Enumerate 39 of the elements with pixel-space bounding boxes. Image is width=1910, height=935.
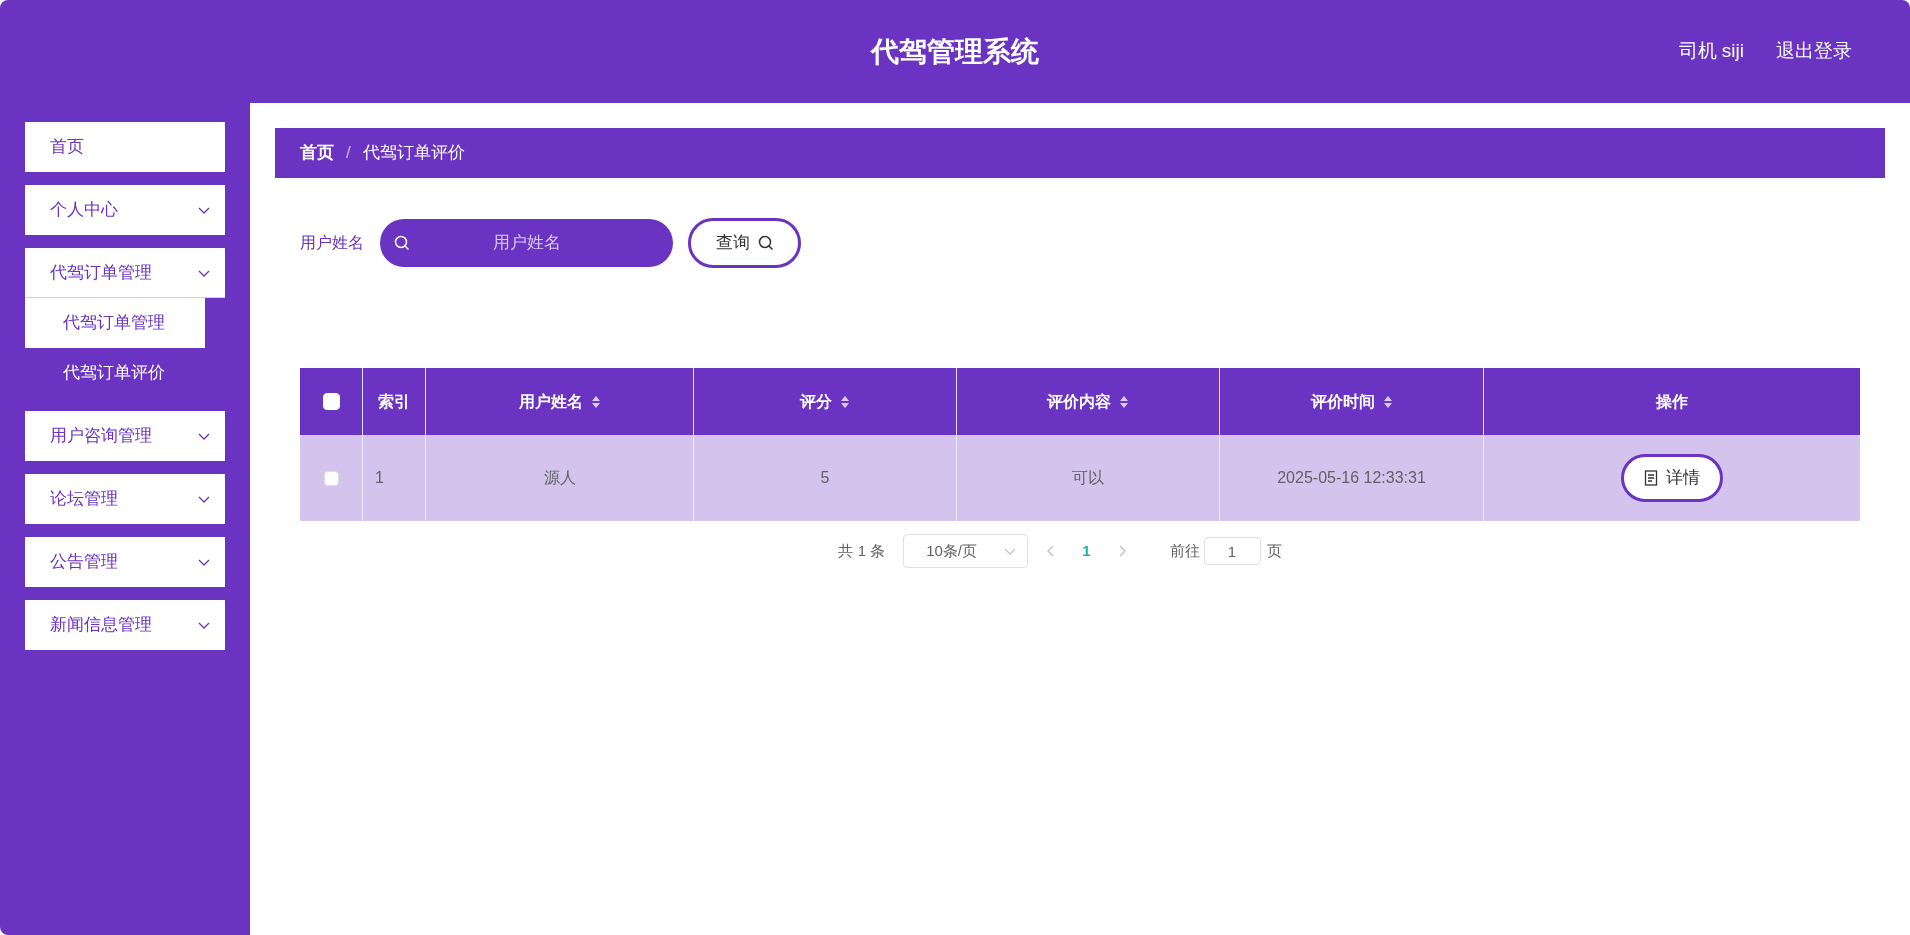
- submenu-item[interactable]: 代驾订单管理: [25, 298, 205, 348]
- search-icon: [394, 235, 410, 251]
- document-icon: [1644, 470, 1658, 486]
- details-button[interactable]: 详情: [1621, 454, 1723, 502]
- logout-link[interactable]: 退出登录: [1776, 37, 1852, 66]
- sort-icon[interactable]: [1119, 394, 1129, 409]
- page-size-select[interactable]: 10条/页: [903, 534, 1029, 568]
- total-count: 共 1 条: [838, 540, 886, 561]
- sort-icon[interactable]: [590, 394, 601, 409]
- sidebar-item[interactable]: 论坛管理: [25, 474, 225, 524]
- breadcrumb-item: 代驾订单评价: [362, 142, 465, 165]
- search-icon: [757, 235, 774, 251]
- goto-label: 前往: [1169, 540, 1200, 561]
- submenu-item[interactable]: 代驾订单评价: [25, 348, 205, 398]
- sidebar-item[interactable]: 首页: [25, 122, 225, 172]
- table-cell-text: 源人: [543, 468, 576, 488]
- table-cell-text: 1: [375, 468, 384, 488]
- app-title: 代驾管理系统: [871, 34, 1039, 69]
- search-field[interactable]: 用户姓名: [380, 219, 673, 267]
- column-header[interactable]: 操作: [1484, 368, 1860, 435]
- sidebar-item[interactable]: 公告管理: [25, 537, 225, 587]
- sidebar-item[interactable]: 代驾订单管理: [25, 248, 225, 298]
- select-all-checkbox[interactable]: [322, 393, 340, 410]
- sidebar-item[interactable]: 用户咨询管理: [25, 411, 225, 461]
- page-input[interactable]: 1: [1203, 537, 1261, 565]
- sort-icon[interactable]: [1382, 394, 1393, 409]
- sidebar-item[interactable]: 个人中心: [25, 185, 225, 235]
- table-cell-text: 5: [820, 468, 830, 488]
- search-button[interactable]: 查询: [688, 218, 801, 268]
- table-cell-text: 可以: [1072, 468, 1104, 488]
- search-label: 用户姓名: [300, 233, 364, 253]
- breadcrumb-separator: /: [346, 142, 351, 165]
- user-name: 司机 siji: [1678, 39, 1744, 64]
- sort-icon[interactable]: [840, 394, 850, 409]
- row-checkbox[interactable]: [323, 470, 339, 486]
- sidebar-item[interactable]: 新闻信息管理: [25, 600, 225, 650]
- breadcrumb-item[interactable]: 首页: [300, 140, 334, 166]
- table-cell-text: 2025-05-16 12:33:31: [1277, 468, 1426, 488]
- goto-suffix: 页: [1266, 540, 1282, 561]
